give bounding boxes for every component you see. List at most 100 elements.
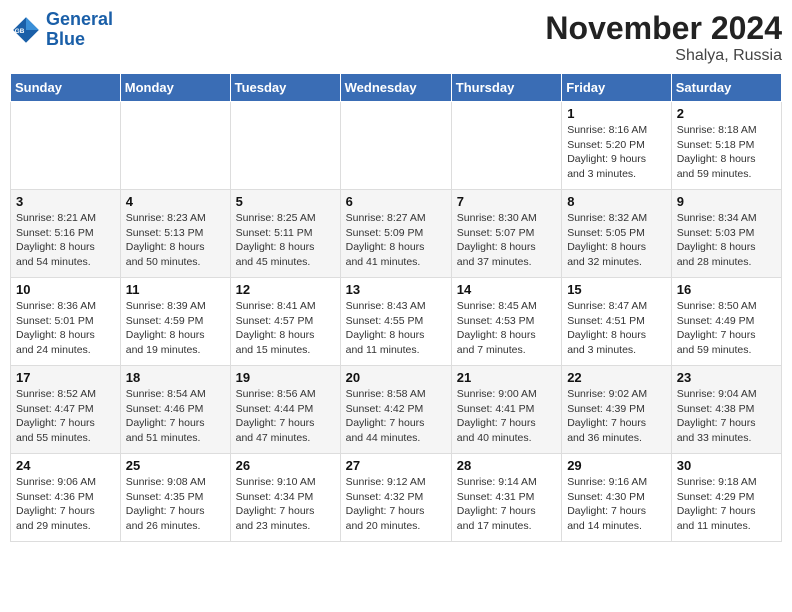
day-number: 17: [16, 370, 115, 385]
day-number: 10: [16, 282, 115, 297]
day-number: 27: [346, 458, 446, 473]
calendar-cell: [340, 102, 451, 190]
calendar-cell: 24Sunrise: 9:06 AM Sunset: 4:36 PM Dayli…: [11, 454, 121, 542]
day-detail: Sunrise: 8:36 AM Sunset: 5:01 PM Dayligh…: [16, 299, 115, 358]
week-row-3: 10 Sunrise: 8:36 AM Sunset: 5:01 PM Dayli…: [11, 278, 782, 366]
week-row-4: 17 Sunrise: 8:52 AM Sunset: 4:47 PM Dayli…: [11, 366, 782, 454]
day-detail: Sunrise: 8:41 AM Sunset: 4:57 PM Dayligh…: [236, 299, 335, 358]
calendar-cell: 23 Sunrise: 9:04 AM Sunset: 4:38 PM Dayli…: [671, 366, 781, 454]
day-number: 11: [126, 282, 225, 297]
week-row-2: 3Sunrise: 8:21 AM Sunset: 5:16 PM Daylig…: [11, 190, 782, 278]
day-number: 23: [677, 370, 776, 385]
calendar-cell: 11 Sunrise: 8:39 AM Sunset: 4:59 PM Dayli…: [120, 278, 230, 366]
day-detail: Sunrise: 8:32 AM Sunset: 5:05 PM Dayligh…: [567, 211, 666, 270]
day-detail: Sunrise: 9:12 AM Sunset: 4:32 PM Dayligh…: [346, 475, 446, 534]
day-detail: Sunrise: 9:06 AM Sunset: 4:36 PM Dayligh…: [16, 475, 115, 534]
day-number: 6: [346, 194, 446, 209]
day-header-wednesday: Wednesday: [340, 74, 451, 102]
calendar-cell: 18 Sunrise: 8:54 AM Sunset: 4:46 PM Dayli…: [120, 366, 230, 454]
calendar-cell: 5Sunrise: 8:25 AM Sunset: 5:11 PM Daylig…: [230, 190, 340, 278]
day-number: 16: [677, 282, 776, 297]
day-detail: Sunrise: 9:04 AM Sunset: 4:38 PM Dayligh…: [677, 387, 776, 446]
header-row: SundayMondayTuesdayWednesdayThursdayFrid…: [11, 74, 782, 102]
day-detail: Sunrise: 9:16 AM Sunset: 4:30 PM Dayligh…: [567, 475, 666, 534]
day-detail: Sunrise: 9:10 AM Sunset: 4:34 PM Dayligh…: [236, 475, 335, 534]
calendar-cell: [230, 102, 340, 190]
calendar-cell: 2 Sunrise: 8:18 AM Sunset: 5:18 PM Daylig…: [671, 102, 781, 190]
day-number: 29: [567, 458, 666, 473]
day-number: 4: [126, 194, 225, 209]
day-number: 26: [236, 458, 335, 473]
day-number: 8: [567, 194, 666, 209]
day-number: 21: [457, 370, 556, 385]
day-detail: Sunrise: 9:02 AM Sunset: 4:39 PM Dayligh…: [567, 387, 666, 446]
day-header-sunday: Sunday: [11, 74, 121, 102]
day-detail: Sunrise: 8:27 AM Sunset: 5:09 PM Dayligh…: [346, 211, 446, 270]
calendar-cell: 28 Sunrise: 9:14 AM Sunset: 4:31 PM Dayli…: [451, 454, 561, 542]
calendar-cell: 21Sunrise: 9:00 AM Sunset: 4:41 PM Dayli…: [451, 366, 561, 454]
day-number: 15: [567, 282, 666, 297]
day-detail: Sunrise: 9:14 AM Sunset: 4:31 PM Dayligh…: [457, 475, 556, 534]
day-detail: Sunrise: 8:16 AM Sunset: 5:20 PM Dayligh…: [567, 123, 666, 182]
day-number: 12: [236, 282, 335, 297]
calendar-cell: 22Sunrise: 9:02 AM Sunset: 4:39 PM Dayli…: [562, 366, 672, 454]
calendar-cell: 7 Sunrise: 8:30 AM Sunset: 5:07 PM Daylig…: [451, 190, 561, 278]
day-header-tuesday: Tuesday: [230, 74, 340, 102]
location-title: Shalya, Russia: [545, 47, 782, 65]
day-header-thursday: Thursday: [451, 74, 561, 102]
day-number: 5: [236, 194, 335, 209]
title-area: November 2024 Shalya, Russia: [545, 10, 782, 65]
day-number: 30: [677, 458, 776, 473]
day-number: 2: [677, 106, 776, 121]
month-title: November 2024: [545, 10, 782, 47]
calendar-cell: 3Sunrise: 8:21 AM Sunset: 5:16 PM Daylig…: [11, 190, 121, 278]
logo: GB General Blue: [10, 10, 113, 50]
week-row-5: 24Sunrise: 9:06 AM Sunset: 4:36 PM Dayli…: [11, 454, 782, 542]
day-detail: Sunrise: 8:30 AM Sunset: 5:07 PM Dayligh…: [457, 211, 556, 270]
day-number: 28: [457, 458, 556, 473]
day-detail: Sunrise: 8:58 AM Sunset: 4:42 PM Dayligh…: [346, 387, 446, 446]
day-header-monday: Monday: [120, 74, 230, 102]
day-detail: Sunrise: 8:45 AM Sunset: 4:53 PM Dayligh…: [457, 299, 556, 358]
day-header-friday: Friday: [562, 74, 672, 102]
calendar-cell: 30Sunrise: 9:18 AM Sunset: 4:29 PM Dayli…: [671, 454, 781, 542]
calendar-cell: [11, 102, 121, 190]
day-number: 19: [236, 370, 335, 385]
logo-text: General Blue: [46, 10, 113, 50]
calendar-cell: 4 Sunrise: 8:23 AM Sunset: 5:13 PM Daylig…: [120, 190, 230, 278]
calendar-cell: 17 Sunrise: 8:52 AM Sunset: 4:47 PM Dayli…: [11, 366, 121, 454]
calendar-cell: 15 Sunrise: 8:47 AM Sunset: 4:51 PM Dayli…: [562, 278, 672, 366]
calendar-cell: 14 Sunrise: 8:45 AM Sunset: 4:53 PM Dayli…: [451, 278, 561, 366]
day-detail: Sunrise: 8:54 AM Sunset: 4:46 PM Dayligh…: [126, 387, 225, 446]
day-number: 9: [677, 194, 776, 209]
day-detail: Sunrise: 9:08 AM Sunset: 4:35 PM Dayligh…: [126, 475, 225, 534]
svg-text:GB: GB: [15, 28, 25, 35]
calendar-cell: 20 Sunrise: 8:58 AM Sunset: 4:42 PM Dayli…: [340, 366, 451, 454]
day-detail: Sunrise: 8:23 AM Sunset: 5:13 PM Dayligh…: [126, 211, 225, 270]
logo-icon: GB: [10, 14, 42, 46]
calendar-cell: 26 Sunrise: 9:10 AM Sunset: 4:34 PM Dayli…: [230, 454, 340, 542]
day-detail: Sunrise: 8:18 AM Sunset: 5:18 PM Dayligh…: [677, 123, 776, 182]
day-detail: Sunrise: 8:47 AM Sunset: 4:51 PM Dayligh…: [567, 299, 666, 358]
day-number: 18: [126, 370, 225, 385]
calendar-cell: 9Sunrise: 8:34 AM Sunset: 5:03 PM Daylig…: [671, 190, 781, 278]
calendar-cell: 12 Sunrise: 8:41 AM Sunset: 4:57 PM Dayli…: [230, 278, 340, 366]
calendar-cell: 1 Sunrise: 8:16 AM Sunset: 5:20 PM Daylig…: [562, 102, 672, 190]
day-detail: Sunrise: 8:50 AM Sunset: 4:49 PM Dayligh…: [677, 299, 776, 358]
day-number: 13: [346, 282, 446, 297]
day-detail: Sunrise: 8:43 AM Sunset: 4:55 PM Dayligh…: [346, 299, 446, 358]
day-detail: Sunrise: 8:39 AM Sunset: 4:59 PM Dayligh…: [126, 299, 225, 358]
calendar-cell: 29 Sunrise: 9:16 AM Sunset: 4:30 PM Dayli…: [562, 454, 672, 542]
calendar-cell: [451, 102, 561, 190]
day-number: 1: [567, 106, 666, 121]
day-number: 14: [457, 282, 556, 297]
calendar-cell: 25Sunrise: 9:08 AM Sunset: 4:35 PM Dayli…: [120, 454, 230, 542]
day-detail: Sunrise: 8:21 AM Sunset: 5:16 PM Dayligh…: [16, 211, 115, 270]
day-detail: Sunrise: 8:56 AM Sunset: 4:44 PM Dayligh…: [236, 387, 335, 446]
day-header-saturday: Saturday: [671, 74, 781, 102]
calendar-cell: 19 Sunrise: 8:56 AM Sunset: 4:44 PM Dayli…: [230, 366, 340, 454]
calendar-cell: 13 Sunrise: 8:43 AM Sunset: 4:55 PM Dayli…: [340, 278, 451, 366]
day-number: 20: [346, 370, 446, 385]
day-detail: Sunrise: 8:52 AM Sunset: 4:47 PM Dayligh…: [16, 387, 115, 446]
day-number: 7: [457, 194, 556, 209]
